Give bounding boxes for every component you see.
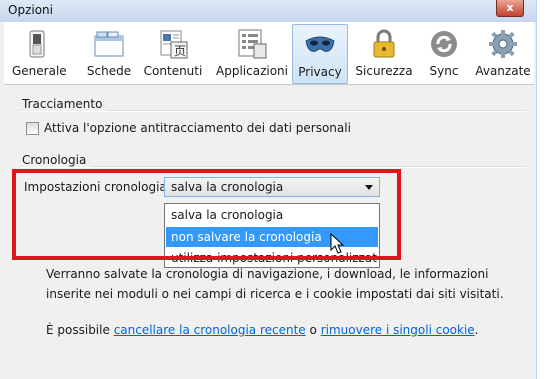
tab-generale[interactable]: Generale bbox=[12, 24, 67, 82]
padlock-icon bbox=[368, 28, 400, 60]
mouse-cursor-icon bbox=[330, 233, 345, 254]
tab-sicurezza[interactable]: Sicurezza bbox=[354, 24, 414, 82]
clear-history-link[interactable]: cancellare la cronologia recente bbox=[114, 323, 306, 337]
tabs-icon bbox=[93, 28, 125, 60]
svg-text:页: 页 bbox=[174, 44, 186, 58]
links-suffix: . bbox=[474, 323, 479, 337]
tab-contenuti[interactable]: 页 Contenuti bbox=[142, 24, 204, 82]
content-icon: 页 bbox=[157, 28, 189, 60]
applications-icon bbox=[236, 28, 268, 60]
links-middle: o bbox=[305, 323, 321, 337]
history-divider bbox=[20, 166, 526, 168]
links-prefix: È possibile bbox=[46, 323, 114, 337]
mask-icon bbox=[304, 29, 336, 61]
history-title: Cronologia bbox=[22, 153, 91, 167]
sync-icon bbox=[428, 28, 460, 60]
window-title: Opzioni bbox=[8, 3, 53, 17]
close-button[interactable]: x bbox=[496, 0, 524, 17]
history-links-line: È possibile cancellare la cronologia rec… bbox=[46, 323, 479, 337]
tracking-checkbox[interactable] bbox=[26, 122, 39, 135]
tab-privacy[interactable]: Privacy bbox=[292, 24, 348, 84]
gear-icon bbox=[487, 28, 519, 60]
tab-schede[interactable]: Schede bbox=[84, 24, 134, 82]
remove-cookies-link[interactable]: rimuovere i singoli cookie bbox=[321, 323, 475, 337]
tab-avanzate[interactable]: Avanzate bbox=[474, 24, 532, 82]
tab-applicazioni[interactable]: Applicazioni bbox=[212, 24, 292, 82]
switch-icon bbox=[21, 28, 53, 60]
preferences-toolbar: Generale Schede 页 Contenuti Applicazioni bbox=[4, 22, 534, 85]
title-bar[interactable]: Opzioni x bbox=[0, 0, 536, 22]
history-description-text: Verranno salvate la cronologia di naviga… bbox=[46, 267, 504, 301]
tab-sync[interactable]: Sync bbox=[424, 24, 464, 82]
tracking-checkbox-label[interactable]: Attiva l'opzione antitracciamento dei da… bbox=[44, 121, 351, 135]
history-description: Verranno salvate la cronologia di naviga… bbox=[46, 264, 516, 304]
tracking-title: Tracciamento bbox=[22, 97, 107, 111]
